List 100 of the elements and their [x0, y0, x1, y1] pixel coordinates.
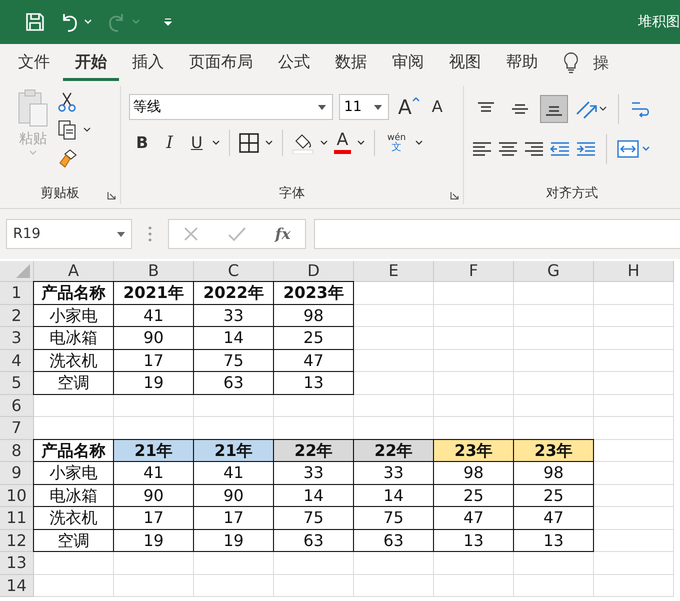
column-header[interactable]: D [274, 261, 354, 282]
table-cell: 2021年 [113, 281, 194, 304]
dropdown-caret-icon[interactable] [357, 140, 366, 146]
table-cell: 2022年 [193, 281, 274, 304]
table-cell: 23年 [513, 438, 594, 461]
row-header[interactable]: 12 [0, 530, 34, 552]
column-header[interactable]: H [594, 261, 674, 282]
column-header[interactable]: C [194, 261, 274, 282]
ribbon-tab[interactable]: 文件 [6, 46, 62, 80]
phonetic-guide-button[interactable]: wén 文 [384, 134, 409, 152]
align-right-icon[interactable] [524, 141, 544, 157]
table-cell: 47 [513, 506, 594, 528]
table-cell: 洗衣机 [33, 506, 114, 528]
row-header[interactable]: 4 [0, 350, 34, 372]
table-cell: 25 [513, 484, 594, 506]
scissors-icon[interactable] [58, 92, 76, 112]
table-cell: 2023年 [273, 281, 354, 304]
row-header[interactable]: 13 [0, 552, 34, 574]
table-cell: 19 [113, 371, 194, 394]
ribbon-tab[interactable]: 插入 [120, 46, 176, 80]
increase-font-button[interactable]: A [395, 97, 423, 117]
check-icon[interactable] [228, 226, 246, 242]
bottom-align-button[interactable] [540, 95, 568, 123]
group-label: 对齐方式 [546, 185, 598, 202]
ribbon-tab[interactable]: 帮助 [494, 46, 550, 80]
merge-center-icon[interactable] [617, 139, 651, 159]
copy-icon[interactable] [58, 120, 92, 140]
dropdown-caret-icon[interactable] [264, 140, 273, 146]
align-left-icon[interactable] [472, 141, 492, 157]
row-header[interactable]: 3 [0, 327, 34, 350]
table-cell: 63 [273, 528, 354, 552]
table-cell: 47 [273, 348, 354, 371]
triangle-icon [16, 264, 30, 278]
more-options-icon [148, 226, 152, 242]
row-header[interactable]: 11 [0, 507, 34, 530]
column-header[interactable]: E [354, 261, 434, 282]
dropdown-caret-icon[interactable] [414, 140, 423, 146]
save-icon[interactable] [24, 11, 46, 33]
row-header[interactable]: 9 [0, 462, 34, 484]
ribbon-tab[interactable]: 审阅 [380, 46, 436, 80]
window-title: 堆积图 [638, 13, 680, 31]
table-cell: 空调 [33, 371, 114, 394]
increase-indent-icon[interactable] [576, 141, 596, 157]
font-size-field[interactable]: 11 [339, 94, 389, 120]
table-cell: 98 [513, 461, 594, 484]
group-label: 字体 [279, 185, 305, 202]
table-cell: 空调 [33, 528, 114, 552]
row-header[interactable]: 1 [0, 282, 34, 304]
table-cell: 洗衣机 [33, 348, 114, 371]
font-color-button[interactable]: A [334, 132, 352, 154]
caret-icon [318, 104, 326, 110]
table-cell: 25 [273, 326, 354, 348]
ribbon-tab[interactable]: 数据 [323, 46, 379, 80]
font-name-field[interactable]: 等线 [129, 94, 333, 120]
table-cell: 小家电 [33, 461, 114, 484]
ribbon-tab[interactable]: 公式 [266, 46, 322, 80]
caret-icon [374, 104, 382, 110]
row-header[interactable]: 14 [0, 574, 34, 597]
table-cell: 21年 [193, 438, 274, 461]
table-cell: 13 [433, 528, 514, 552]
tell-me-field[interactable]: 操 [593, 52, 609, 74]
clipboard-icon [16, 88, 50, 128]
lightbulb-icon[interactable] [563, 52, 579, 74]
format-painter-icon[interactable] [58, 148, 78, 168]
fill-bucket-icon[interactable] [292, 132, 314, 154]
ribbon-tab[interactable]: 页面布局 [177, 46, 265, 80]
decrease-indent-icon[interactable] [550, 141, 570, 157]
row-header[interactable]: 2 [0, 304, 34, 327]
italic-button[interactable]: I [163, 134, 176, 152]
group-label: 剪贴板 [40, 185, 80, 202]
table-cell: 电冰箱 [33, 326, 114, 348]
caret-icon [29, 150, 37, 156]
dropdown-caret-icon[interactable] [212, 140, 220, 146]
row-header[interactable]: 5 [0, 372, 34, 394]
row-header[interactable]: 6 [0, 394, 34, 417]
column-header[interactable]: B [114, 261, 194, 282]
decrease-font-button[interactable]: A [428, 99, 446, 115]
name-box[interactable]: R19 [6, 219, 132, 249]
borders-icon[interactable] [238, 133, 259, 153]
dropdown-caret-icon[interactable] [320, 140, 328, 146]
row-header[interactable]: 10 [0, 484, 34, 507]
bold-button[interactable]: B [133, 135, 152, 151]
row-header[interactable]: 7 [0, 417, 34, 440]
column-header[interactable]: G [514, 261, 594, 282]
insert-function-button[interactable]: fx [275, 225, 291, 243]
align-center-icon[interactable] [498, 141, 518, 157]
underline-button[interactable]: U [188, 135, 206, 151]
ribbon-tab[interactable]: 视图 [437, 46, 493, 80]
customize-toolbar-icon[interactable] [164, 18, 172, 26]
dialog-launcher-icon[interactable] [450, 191, 459, 200]
table-cell: 22年 [353, 438, 434, 461]
table-cell: 19 [113, 528, 194, 552]
dialog-launcher-icon[interactable] [107, 191, 116, 200]
row-header[interactable]: 8 [0, 440, 34, 462]
table-cell: 产品名称 [33, 281, 114, 304]
column-header[interactable]: A [34, 261, 114, 282]
column-header[interactable]: F [434, 261, 514, 282]
table-cell: 98 [273, 304, 354, 326]
caret-icon [117, 232, 125, 236]
formula-input[interactable] [314, 219, 680, 249]
